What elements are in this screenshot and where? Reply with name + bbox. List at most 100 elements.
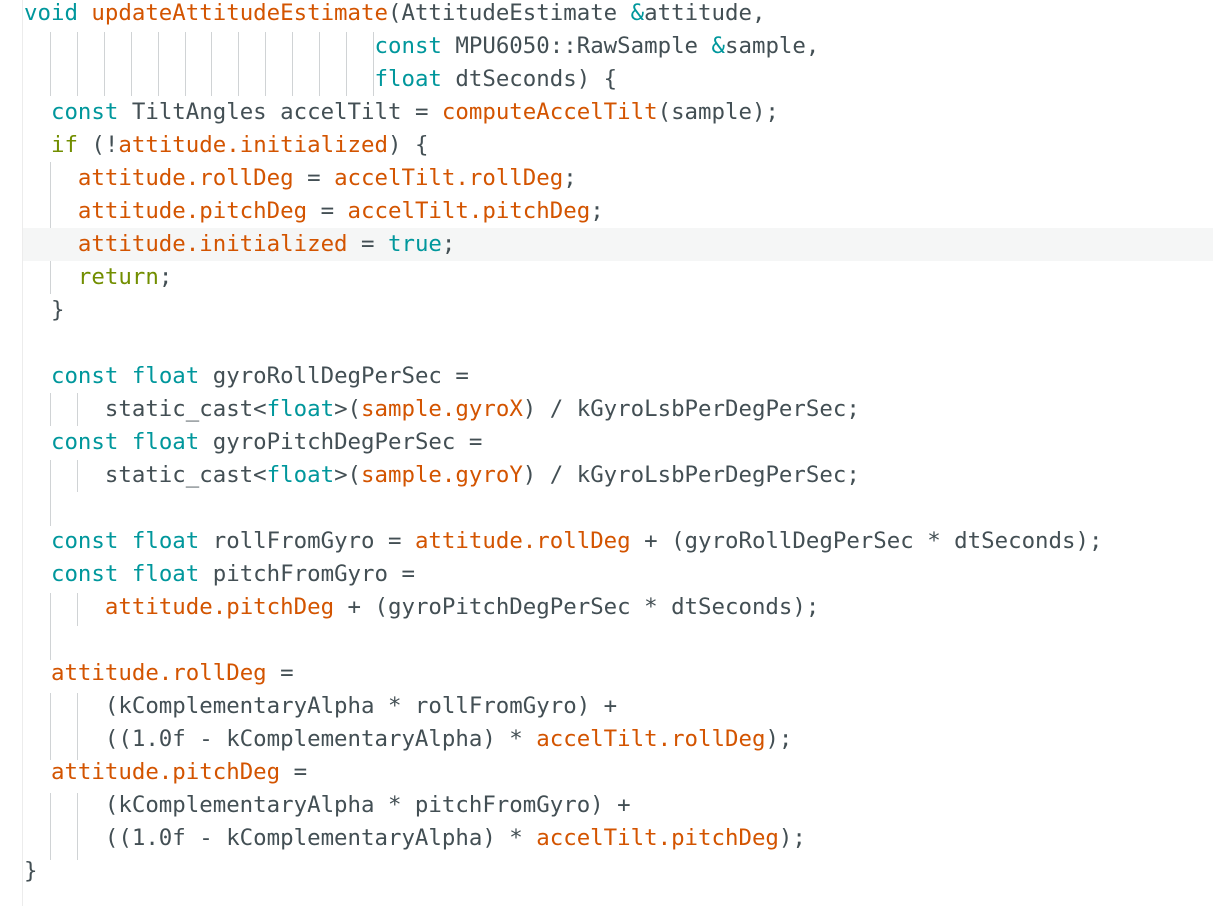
code-token: static_cast< (24, 462, 267, 488)
code-token: + (gyroPitchDegPerSec * dtSeconds); (334, 594, 820, 620)
code-line[interactable]: attitude.pitchDeg = (0, 756, 1213, 789)
code-token: >( (334, 462, 362, 488)
code-line[interactable]: attitude.pitchDeg = accelTilt.pitchDeg; (0, 195, 1213, 228)
code-line[interactable]: (kComplementaryAlpha * rollFromGyro) + (0, 690, 1213, 723)
code-token: & (630, 0, 645, 26)
code-line[interactable]: const TiltAngles accelTilt = computeAcce… (0, 96, 1213, 129)
code-token: } (24, 297, 65, 323)
code-token: - kComplementaryAlpha) * (185, 726, 537, 752)
line-content: attitude.initialized = true; (24, 228, 455, 261)
line-content: const float pitchFromGyro = (24, 558, 415, 591)
code-token: (! (77, 132, 119, 158)
code-line[interactable]: ((1.0f - kComplementaryAlpha) * accelTil… (0, 822, 1213, 855)
line-content: if (!attitude.initialized) { (24, 129, 428, 162)
code-token: = (347, 231, 388, 257)
code-token: dtSeconds) { (441, 66, 618, 92)
code-line[interactable]: attitude.initialized = true; (23, 228, 1213, 261)
line-content: const float gyroRollDegPerSec = (24, 360, 469, 393)
code-token: float (131, 561, 200, 587)
code-token: const (50, 561, 119, 587)
code-token: = (307, 198, 348, 224)
code-token: MPU6050::RawSample (441, 33, 712, 59)
code-token: ; (441, 231, 456, 257)
line-content: attitude.pitchDeg + (gyroPitchDegPerSec … (24, 591, 819, 624)
code-token: float (131, 429, 200, 455)
code-token: & (711, 33, 725, 59)
code-token: attitude.rollDeg (414, 528, 631, 554)
code-token: attitude.initialized (77, 231, 348, 257)
code-token: (( (24, 825, 132, 851)
code-token: (kComplementaryAlpha * pitchFromGyro) + (24, 792, 631, 818)
code-token: (sample); (657, 99, 779, 125)
line-content: (kComplementaryAlpha * pitchFromGyro) + (24, 789, 631, 822)
code-token: ; (590, 198, 604, 224)
code-token: updateAttitudeEstimate (91, 0, 388, 26)
code-token: ; (158, 264, 173, 290)
code-line[interactable]: static_cast<float>(sample.gyroY) / kGyro… (0, 459, 1213, 492)
code-line[interactable]: static_cast<float>(sample.gyroX) / kGyro… (0, 393, 1213, 426)
code-token: attitude.rollDeg (77, 165, 294, 191)
code-token: >( (334, 396, 362, 422)
code-line[interactable]: attitude.rollDeg = (0, 657, 1213, 690)
code-token: const (374, 33, 442, 59)
code-token: return (77, 264, 159, 290)
code-line[interactable] (0, 492, 1213, 525)
code-line[interactable] (0, 624, 1213, 657)
code-token: attitude.pitchDeg (77, 198, 308, 224)
code-line[interactable] (0, 327, 1213, 360)
code-token: const (50, 363, 119, 389)
code-line[interactable]: const float pitchFromGyro = (0, 558, 1213, 591)
code-line[interactable]: if (!attitude.initialized) { (0, 129, 1213, 162)
code-line[interactable]: (kComplementaryAlpha * pitchFromGyro) + (0, 789, 1213, 822)
code-token: + (gyroRollDegPerSec * dtSeconds); (630, 528, 1103, 554)
code-token: ); (765, 726, 793, 752)
line-content: const TiltAngles accelTilt = computeAcce… (24, 96, 779, 129)
code-editor[interactable]: void updateAttitudeEstimate(AttitudeEsti… (0, 0, 1213, 906)
code-token: static_cast< (24, 396, 267, 422)
code-line[interactable]: return; (0, 261, 1213, 294)
code-token: float (266, 462, 335, 488)
code-token: (AttitudeEstimate (387, 0, 631, 26)
code-line[interactable]: const float rollFromGyro = attitude.roll… (0, 525, 1213, 558)
code-line[interactable]: const float gyroPitchDegPerSec = (0, 426, 1213, 459)
line-content: const MPU6050::RawSample &sample, (24, 30, 820, 63)
code-token: ); (778, 825, 806, 851)
code-token: true (387, 231, 442, 257)
code-token: float (374, 66, 442, 92)
code-line[interactable]: void updateAttitudeEstimate(AttitudeEsti… (0, 0, 1213, 30)
line-content: return; (24, 261, 172, 294)
code-line[interactable]: } (0, 855, 1213, 888)
code-line[interactable]: ((1.0f - kComplementaryAlpha) * accelTil… (0, 723, 1213, 756)
code-token: if (50, 132, 78, 158)
code-line[interactable]: const MPU6050::RawSample &sample, (0, 30, 1213, 63)
code-line[interactable]: } (0, 294, 1213, 327)
code-token: = (293, 165, 335, 191)
line-content: attitude.pitchDeg = (24, 756, 307, 789)
code-token: accelTilt.rollDeg (536, 726, 766, 752)
code-line[interactable]: const float gyroRollDegPerSec = (0, 360, 1213, 393)
code-token: = (280, 759, 308, 785)
code-token: sample.gyroX (361, 396, 523, 422)
code-line[interactable]: attitude.pitchDeg + (gyroPitchDegPerSec … (0, 591, 1213, 624)
code-line[interactable]: float dtSeconds) { (0, 63, 1213, 96)
code-line[interactable]: attitude.rollDeg = accelTilt.rollDeg; (0, 162, 1213, 195)
code-token: gyroRollDegPerSec = (199, 363, 469, 389)
line-content: attitude.rollDeg = (24, 657, 294, 690)
code-token: accelTilt.pitchDeg (536, 825, 779, 851)
line-content: attitude.pitchDeg = accelTilt.pitchDeg; (24, 195, 604, 228)
code-token: ) { (388, 132, 429, 158)
